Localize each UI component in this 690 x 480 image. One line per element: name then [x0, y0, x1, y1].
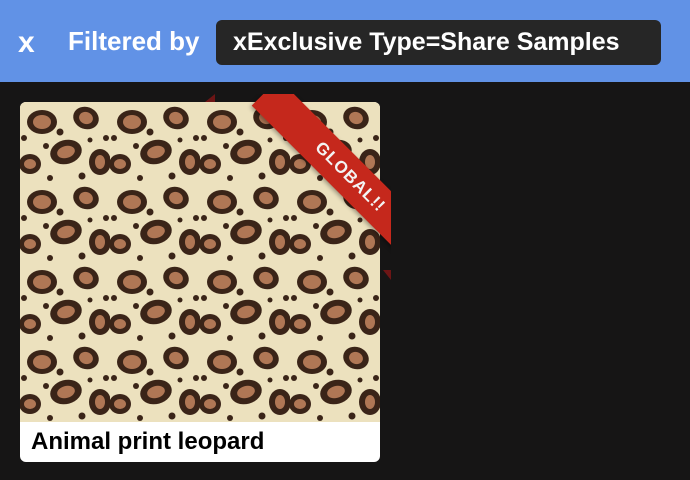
- filter-label: Filtered by: [68, 26, 200, 56]
- filter-chip[interactable]: xExclusive Type=Share Samples: [216, 20, 661, 65]
- ribbon-fold: [205, 94, 215, 102]
- sample-card[interactable]: Animal print leopard: [20, 102, 380, 462]
- filter-bar: x Filtered by xExclusive Type=Share Samp…: [0, 0, 690, 82]
- leopard-pattern: [20, 102, 380, 422]
- clear-filter-button[interactable]: x: [18, 26, 35, 60]
- leopard-print-image[interactable]: [20, 102, 380, 422]
- card-title[interactable]: Animal print leopard: [20, 422, 380, 462]
- ribbon-fold: [383, 270, 391, 280]
